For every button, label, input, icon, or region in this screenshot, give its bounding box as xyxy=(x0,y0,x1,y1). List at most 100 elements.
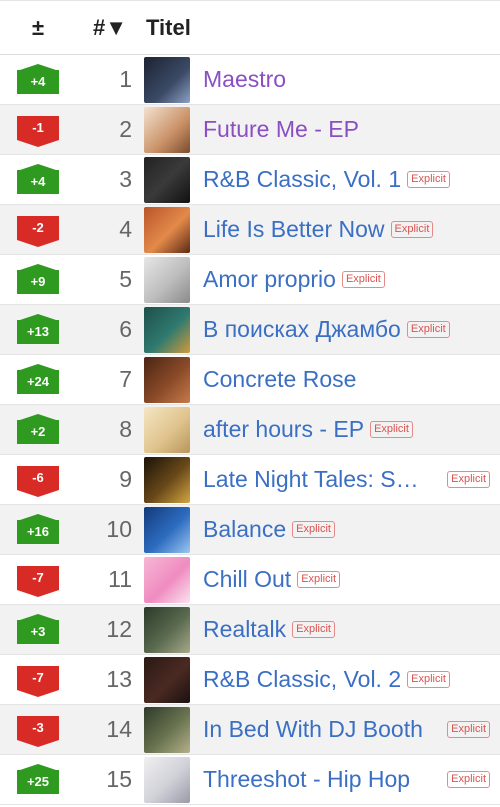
change-up-badge: +24 xyxy=(17,363,59,396)
table-row[interactable]: -7 11 Chill Out Explicit xyxy=(0,555,500,605)
rank-number: 10 xyxy=(106,516,132,542)
album-title-link[interactable]: Threeshot - Hip Hop xyxy=(203,766,410,793)
title-cell: Balance Explicit xyxy=(203,516,500,543)
change-down-badge: -7 xyxy=(17,564,59,597)
change-up-badge: +16 xyxy=(17,513,59,546)
title-cell: Amor proprio Explicit xyxy=(203,266,500,293)
change-cell: +2 xyxy=(0,413,76,446)
title-cell: В поисках Джамбо Explicit xyxy=(203,316,500,343)
table-row[interactable]: -7 13 R&B Classic, Vol. 2 Explicit xyxy=(0,655,500,705)
header-rank-sort[interactable]: #▼ xyxy=(76,15,144,41)
album-title-link[interactable]: Concrete Rose xyxy=(203,366,356,393)
table-row[interactable]: -1 2 Future Me - EP xyxy=(0,105,500,155)
album-title-link[interactable]: R&B Classic, Vol. 2 xyxy=(203,666,401,693)
explicit-badge: Explicit xyxy=(447,721,490,738)
album-cover-image[interactable] xyxy=(144,106,190,153)
album-title-link[interactable]: Maestro xyxy=(203,66,286,93)
rank-number: 13 xyxy=(106,666,132,692)
album-title-link[interactable]: In Bed With DJ Booth xyxy=(203,716,423,743)
change-value: +4 xyxy=(30,73,46,89)
rank-number: 12 xyxy=(106,616,132,642)
table-row[interactable]: +4 3 R&B Classic, Vol. 1 Explicit xyxy=(0,155,500,205)
change-cell: -2 xyxy=(0,214,76,247)
explicit-badge: Explicit xyxy=(341,271,385,288)
change-cell: +9 xyxy=(0,263,76,296)
header-change[interactable]: ± xyxy=(0,15,76,41)
change-up-badge: +3 xyxy=(17,613,59,646)
header-title[interactable]: Titel xyxy=(144,15,191,41)
album-cover-image[interactable] xyxy=(144,706,190,753)
table-row[interactable]: +13 6 В поисках Джамбо Explicit xyxy=(0,305,500,355)
explicit-badge: Explicit xyxy=(407,171,450,188)
table-body: +4 1 Maestro -1 2 Future Me - EP +4 3 R&B Classi… xyxy=(0,55,500,805)
album-cover-image[interactable] xyxy=(144,556,190,603)
change-cell: -7 xyxy=(0,664,76,697)
explicit-badge: Explicit xyxy=(390,221,434,238)
change-up-badge: +2 xyxy=(17,413,59,446)
table-header: ± #▼ Titel xyxy=(0,0,500,55)
table-row[interactable]: +25 15 Threeshot - Hip Hop Explicit xyxy=(0,755,500,805)
chart-table: ± #▼ Titel +4 1 Maestro -1 2 Future Me - EP +4… xyxy=(0,0,500,805)
title-cell: In Bed With DJ Booth Explicit xyxy=(203,716,500,743)
title-cell: R&B Classic, Vol. 2 Explicit xyxy=(203,666,500,693)
change-value: +2 xyxy=(30,423,46,439)
table-row[interactable]: +4 1 Maestro xyxy=(0,55,500,105)
rank-number: 15 xyxy=(106,766,132,792)
album-title-link[interactable]: Late Night Tales: Sault xyxy=(203,466,431,493)
rank-number: 4 xyxy=(119,216,132,242)
explicit-badge: Explicit xyxy=(292,521,335,538)
album-cover-image[interactable] xyxy=(144,406,190,453)
table-row[interactable]: -3 14 In Bed With DJ Booth Explicit xyxy=(0,705,500,755)
table-row[interactable]: -2 4 Life Is Better Now Explicit xyxy=(0,205,500,255)
album-title-link[interactable]: Balance xyxy=(203,516,286,543)
album-cover-image[interactable] xyxy=(144,156,190,203)
album-title-link[interactable]: В поисках Джамбо xyxy=(203,316,401,343)
album-cover-image[interactable] xyxy=(144,356,190,403)
rank-number: 7 xyxy=(119,366,132,392)
title-cell: Late Night Tales: Sault Explicit xyxy=(203,466,500,493)
album-cover-image[interactable] xyxy=(144,306,190,353)
album-title-link[interactable]: Realtalk xyxy=(203,616,286,643)
rank-number: 6 xyxy=(119,316,132,342)
table-row[interactable]: +16 10 Balance Explicit xyxy=(0,505,500,555)
album-title-link[interactable]: Amor proprio xyxy=(203,266,336,293)
album-cover-image[interactable] xyxy=(144,56,190,103)
rank-number: 5 xyxy=(119,266,132,292)
album-cover-image[interactable] xyxy=(144,606,190,653)
rank-number: 11 xyxy=(108,566,132,592)
change-cell: -7 xyxy=(0,564,76,597)
change-value: -1 xyxy=(32,119,44,135)
title-cell: R&B Classic, Vol. 1 Explicit xyxy=(203,166,500,193)
change-up-badge: +4 xyxy=(17,163,59,196)
explicit-badge: Explicit xyxy=(406,321,450,338)
table-row[interactable]: -6 9 Late Night Tales: Sault Explicit xyxy=(0,455,500,505)
table-row[interactable]: +24 7 Concrete Rose xyxy=(0,355,500,405)
explicit-badge: Explicit xyxy=(370,421,413,438)
album-cover-image[interactable] xyxy=(144,206,190,253)
change-value: -3 xyxy=(32,719,44,735)
explicit-badge: Explicit xyxy=(297,571,341,588)
album-cover-image[interactable] xyxy=(144,456,190,503)
album-cover-image[interactable] xyxy=(144,756,190,803)
album-cover-image[interactable] xyxy=(144,656,190,703)
rank-number: 3 xyxy=(119,166,132,192)
album-title-link[interactable]: Future Me - EP xyxy=(203,116,359,143)
table-row[interactable]: +9 5 Amor proprio Explicit xyxy=(0,255,500,305)
title-cell: Life Is Better Now Explicit xyxy=(203,216,500,243)
change-up-badge: +9 xyxy=(17,263,59,296)
album-title-link[interactable]: R&B Classic, Vol. 1 xyxy=(203,166,401,193)
change-value: -7 xyxy=(32,669,44,685)
table-row[interactable]: +3 12 Realtalk Explicit xyxy=(0,605,500,655)
change-down-badge: -3 xyxy=(17,714,59,747)
change-cell: -6 xyxy=(0,464,76,497)
album-title-link[interactable]: Life Is Better Now xyxy=(203,216,385,243)
album-cover-image[interactable] xyxy=(144,506,190,553)
album-title-link[interactable]: Chill Out xyxy=(203,566,291,593)
change-cell: +4 xyxy=(0,63,76,96)
album-title-link[interactable]: after hours - EP xyxy=(203,416,364,443)
change-value: +16 xyxy=(26,523,50,539)
change-up-badge: +13 xyxy=(17,313,59,346)
table-row[interactable]: +2 8 after hours - EP Explicit xyxy=(0,405,500,455)
album-cover-image[interactable] xyxy=(144,256,190,303)
change-cell: +4 xyxy=(0,163,76,196)
